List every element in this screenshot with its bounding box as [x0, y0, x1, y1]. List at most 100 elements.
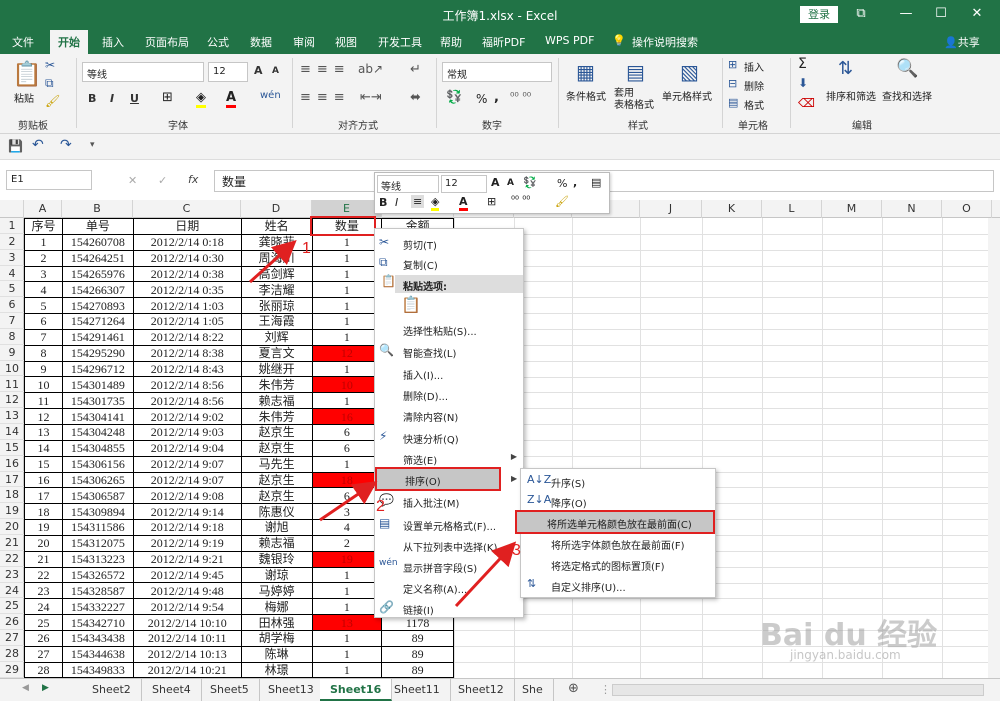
- table-cell[interactable]: 田林强: [240, 614, 313, 631]
- delete-cells-button[interactable]: 删除: [744, 78, 764, 93]
- autosum-icon[interactable]: Σ: [798, 56, 807, 72]
- conditional-format-button[interactable]: 条件格式: [566, 88, 606, 103]
- tell-me-search[interactable]: 操作说明搜索: [632, 34, 698, 50]
- mini-bold-icon[interactable]: B: [379, 196, 387, 209]
- table-cell[interactable]: 13: [311, 614, 383, 631]
- sheet-tab-active[interactable]: Sheet16: [320, 679, 393, 701]
- menu-item-insert-comment[interactable]: 💬 插入批注(M): [375, 491, 523, 511]
- mini-size-select[interactable]: 12: [441, 175, 487, 193]
- column-header-cell[interactable]: 日期: [132, 218, 242, 235]
- table-cell[interactable]: 3: [311, 503, 383, 521]
- fill-icon[interactable]: ⬇: [798, 76, 808, 90]
- tab-file[interactable]: 文件: [12, 34, 34, 50]
- font-name-select[interactable]: 等线: [82, 62, 204, 82]
- table-cell[interactable]: 2012/2/14 9:19: [132, 534, 242, 552]
- menu-item-link[interactable]: 🔗 链接(I): [375, 598, 523, 618]
- row-header[interactable]: 9: [0, 345, 24, 361]
- sort-descending[interactable]: Z↓A 降序(O): [521, 491, 715, 511]
- row-header[interactable]: 10: [0, 361, 24, 377]
- table-cell[interactable]: 154266307: [61, 281, 134, 299]
- table-cell[interactable]: 高剑辉: [240, 265, 313, 283]
- row-header[interactable]: 8: [0, 329, 24, 345]
- table-cell[interactable]: 27: [24, 645, 63, 663]
- table-cell[interactable]: 1: [311, 249, 383, 267]
- prev-sheet-icon[interactable]: ◀: [22, 683, 29, 693]
- table-cell[interactable]: 19: [24, 519, 63, 536]
- table-cell[interactable]: 2012/2/14 9:08: [132, 487, 242, 505]
- vertical-align-icons[interactable]: ≡≡≡: [300, 62, 351, 77]
- table-cell[interactable]: 154342710: [61, 614, 134, 631]
- table-cell[interactable]: 154304855: [61, 439, 134, 457]
- table-cell[interactable]: 13: [24, 423, 63, 441]
- mini-format-icon[interactable]: ▤: [591, 176, 601, 189]
- table-cell[interactable]: 1: [311, 328, 383, 346]
- col-header[interactable]: N: [882, 200, 942, 218]
- merge-center-icon[interactable]: ⬌: [410, 90, 421, 105]
- mini-border-icon[interactable]: ⊞: [487, 195, 496, 208]
- column-header-cell[interactable]: 姓名: [240, 218, 313, 235]
- table-cell[interactable]: 89: [381, 661, 454, 678]
- table-cell[interactable]: 2012/2/14 9:54: [132, 598, 242, 616]
- table-cell[interactable]: 谢琼: [240, 566, 313, 584]
- table-cell[interactable]: 赵京生: [240, 423, 313, 441]
- table-cell[interactable]: 马先生: [240, 455, 313, 473]
- menu-item-cut[interactable]: ✂ 剪切(T): [375, 233, 523, 253]
- table-cell[interactable]: 陈琳: [240, 645, 313, 663]
- vertical-scrollbar[interactable]: [988, 218, 1000, 678]
- table-cell[interactable]: 3: [24, 265, 63, 283]
- table-cell[interactable]: 2012/2/14 9:14: [132, 503, 242, 521]
- table-cell[interactable]: 28: [24, 661, 63, 678]
- table-cell[interactable]: 刘辉: [240, 328, 313, 346]
- save-icon[interactable]: 💾: [8, 139, 23, 153]
- table-cell[interactable]: 2012/2/14 8:56: [132, 376, 242, 394]
- table-cell[interactable]: 16: [24, 471, 63, 489]
- table-cell[interactable]: 154295290: [61, 344, 134, 362]
- share-button[interactable]: 👤共享: [944, 34, 980, 50]
- table-cell[interactable]: 89: [381, 645, 454, 663]
- sort-font-color-top[interactable]: 将所选字体颜色放在最前面(F): [521, 533, 715, 553]
- table-cell[interactable]: 154306587: [61, 487, 134, 505]
- row-header[interactable]: 23: [0, 567, 24, 583]
- row-header[interactable]: 20: [0, 519, 24, 535]
- format-cells-button[interactable]: 格式: [744, 97, 764, 112]
- col-header[interactable]: D: [241, 200, 312, 218]
- col-header[interactable]: L: [762, 200, 822, 218]
- table-cell[interactable]: 朱伟芳: [240, 408, 313, 425]
- mini-painter-icon[interactable]: 🖌: [555, 195, 569, 208]
- horizontal-align-icons[interactable]: ≡≡≡: [300, 90, 351, 105]
- sheet-tab[interactable]: Sheet13: [258, 679, 325, 701]
- row-header[interactable]: 26: [0, 614, 24, 631]
- table-cell[interactable]: 14: [24, 439, 63, 457]
- row-header[interactable]: 11: [0, 377, 24, 393]
- table-cell[interactable]: 15: [24, 455, 63, 473]
- table-cell[interactable]: 154332227: [61, 598, 134, 616]
- row-header[interactable]: 13: [0, 408, 24, 425]
- login-button[interactable]: 登录: [800, 6, 838, 23]
- table-cell[interactable]: 154349833: [61, 661, 134, 678]
- table-cell[interactable]: 16: [311, 408, 383, 425]
- table-cell[interactable]: 154344638: [61, 645, 134, 663]
- table-cell[interactable]: 8: [24, 344, 63, 362]
- table-cell[interactable]: 89: [381, 629, 454, 647]
- table-cell[interactable]: 10: [311, 376, 383, 394]
- table-cell[interactable]: 1: [24, 233, 63, 251]
- col-header[interactable]: J: [640, 200, 702, 218]
- col-header[interactable]: O: [942, 200, 992, 218]
- row-header[interactable]: 28: [0, 646, 24, 662]
- sort-cell-color-top[interactable]: 将所选单元格颜色放在最前面(C): [515, 510, 715, 534]
- tab-formulas[interactable]: 公式: [207, 34, 229, 50]
- table-cell[interactable]: 154306156: [61, 455, 134, 473]
- table-cell[interactable]: 154265976: [61, 265, 134, 283]
- row-header[interactable]: 27: [0, 630, 24, 646]
- mini-percent-button[interactable]: %: [557, 177, 567, 190]
- table-cell[interactable]: 154326572: [61, 566, 134, 584]
- table-cell[interactable]: 马婷婷: [240, 582, 313, 600]
- table-cell[interactable]: 4: [311, 519, 383, 536]
- format-painter-icon[interactable]: 🖌: [45, 94, 60, 108]
- copy-icon[interactable]: ⧉: [45, 76, 54, 91]
- tab-wps-pdf[interactable]: WPS PDF: [545, 34, 594, 47]
- table-cell[interactable]: 154291461: [61, 328, 134, 346]
- sheet-tab[interactable]: Sheet12: [448, 679, 515, 701]
- table-cell[interactable]: 26: [24, 629, 63, 647]
- table-cell[interactable]: 22: [24, 566, 63, 584]
